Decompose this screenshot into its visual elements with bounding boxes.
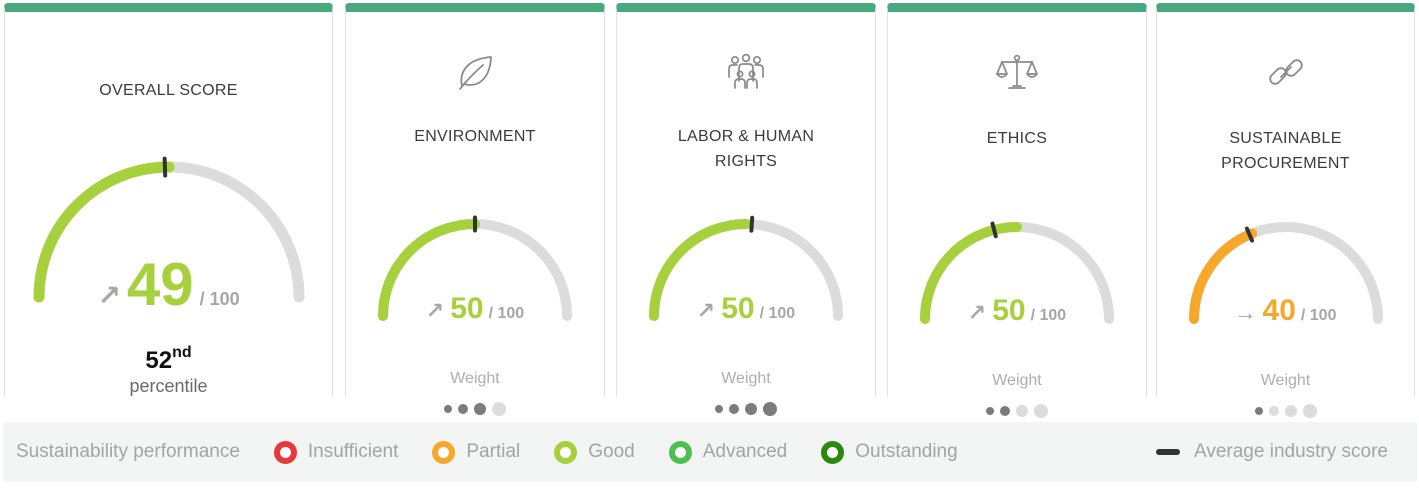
trend-up-icon: ↗ — [97, 280, 121, 311]
score-card-labor-human-rights[interactable]: LABOR & HUMAN RIGHTS ↗ 50/ 100 Weight — [616, 3, 876, 416]
legend-label: Advanced — [702, 441, 788, 462]
score-value: 40 — [1262, 294, 1296, 327]
weight-label: Weight — [992, 372, 1042, 389]
score-max: / 100 — [759, 305, 796, 322]
score-card-ethics[interactable]: ETHICS ↗ 50/ 100 Weight — [887, 3, 1147, 418]
weight-dot — [1302, 404, 1317, 418]
weight-dot — [1000, 406, 1010, 416]
score-max: / 100 — [1030, 307, 1067, 324]
weight-dot — [492, 402, 506, 416]
score-display: ↗ 49/ 100 — [5, 255, 332, 315]
weight-dot — [745, 403, 757, 415]
weight-dots — [617, 402, 875, 416]
percentile: 52nd percentile — [5, 344, 332, 397]
weight-dot — [729, 404, 739, 414]
legend-item-insufficient: Insufficient — [273, 440, 399, 464]
insufficient-ring-icon — [273, 440, 297, 464]
score-value: 49 — [126, 251, 194, 318]
weight-dot — [1254, 407, 1263, 415]
weight-label: Weight — [1260, 372, 1311, 389]
link-icon — [1268, 59, 1303, 85]
score-value: 50 — [721, 292, 755, 325]
weight-dot — [474, 403, 486, 415]
legend-label: Outstanding — [855, 441, 958, 462]
trend-up-icon: ↗ — [967, 300, 987, 325]
people-icon — [728, 53, 764, 89]
score-card-sustainable-procurement[interactable]: SUSTAINABLE PROCUREMENT → 40/ 100 Weight — [1156, 3, 1415, 418]
industry-average-marker — [162, 156, 167, 178]
industry-average-marker — [749, 215, 755, 233]
score-display: → 40/ 100 — [1157, 296, 1414, 326]
advanced-ring-icon — [668, 440, 692, 464]
score-max: / 100 — [1300, 307, 1337, 324]
weight-label: Weight — [721, 370, 771, 387]
score-card-overall[interactable]: OVERALL SCORE ↗ 49/ 100 52nd percentile — [4, 3, 333, 397]
card-title: LABOR & HUMAN RIGHTS — [677, 128, 815, 170]
legend-item-good: Good — [554, 440, 635, 464]
score-card-environment[interactable]: ENVIRONMENT ↗ 50/ 100 Weight — [345, 3, 605, 416]
legend-label: Partial — [466, 441, 521, 462]
outstanding-ring-icon — [821, 440, 845, 464]
weight-dot — [444, 405, 452, 413]
average-marker-icon — [1156, 449, 1181, 455]
weight-dot — [1284, 405, 1297, 417]
weight-dot — [763, 402, 777, 416]
percentile-rank: 52nd — [145, 344, 192, 374]
legend-label: Insufficient — [307, 441, 399, 462]
trend-up-icon: ↗ — [425, 298, 445, 323]
weight-dot — [986, 407, 994, 415]
scales-icon — [996, 54, 1038, 89]
score-value: 50 — [992, 294, 1026, 327]
legend-label: Good — [588, 441, 635, 462]
weight-dot — [1034, 404, 1048, 418]
trend-flat-icon: → — [1234, 300, 1257, 325]
legend-item-outstanding: Outstanding — [821, 440, 958, 464]
card-title: OVERALL SCORE — [99, 82, 238, 99]
leaf-icon — [459, 56, 492, 90]
percentile-label: percentile — [129, 376, 208, 396]
weight-dot — [1016, 405, 1028, 417]
score-display: ↗ 50/ 100 — [617, 294, 875, 324]
trend-up-icon: ↗ — [696, 298, 716, 323]
score-display: ↗ 50/ 100 — [346, 294, 604, 324]
weight-label: Weight — [450, 370, 500, 387]
score-display: ↗ 50/ 100 — [888, 296, 1146, 326]
legend-item-advanced: Advanced — [668, 440, 788, 464]
weight-dots — [888, 404, 1146, 418]
score-max: / 100 — [488, 305, 525, 322]
weight-dots — [1157, 404, 1414, 418]
card-title: SUSTAINABLE PROCUREMENT — [1221, 130, 1350, 172]
weight-dots — [346, 402, 604, 416]
performance-legend: Sustainability performance Insufficient … — [3, 422, 1417, 482]
weight-dot — [715, 405, 723, 413]
legend-average-industry: Average industry score — [1156, 441, 1388, 463]
card-title: ETHICS — [986, 130, 1048, 147]
partial-ring-icon — [432, 440, 456, 464]
weight-dot — [458, 404, 468, 414]
legend-item-partial: Partial — [432, 440, 521, 464]
legend-average-label: Average industry score — [1194, 441, 1388, 462]
legend-title: Sustainability performance — [16, 441, 240, 462]
score-value: 50 — [450, 292, 484, 325]
weight-dot — [1268, 406, 1279, 416]
card-title: ENVIRONMENT — [414, 128, 536, 145]
score-max: / 100 — [199, 289, 240, 309]
good-ring-icon — [554, 440, 578, 464]
